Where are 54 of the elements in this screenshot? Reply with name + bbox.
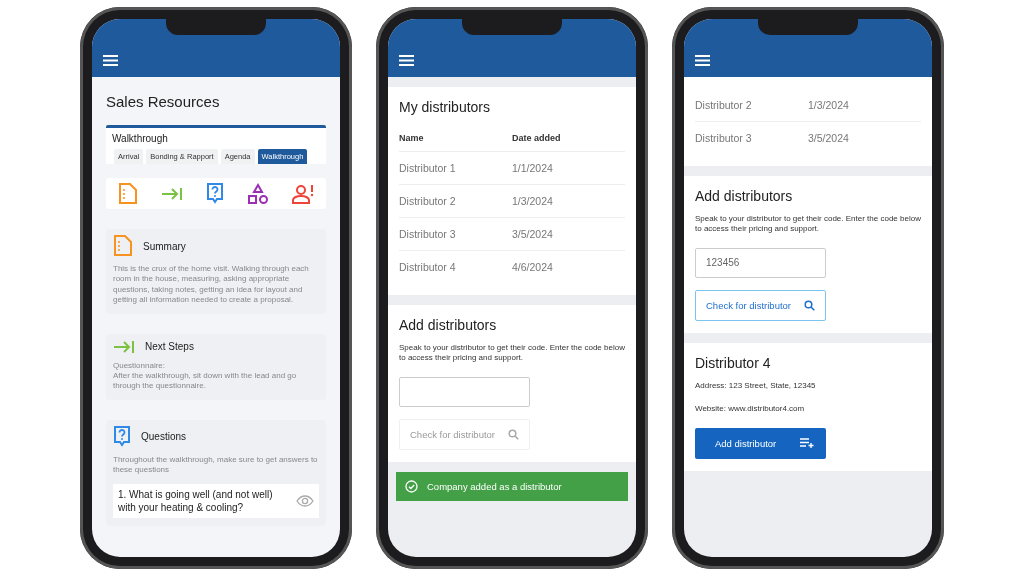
help-icon[interactable] <box>205 182 224 205</box>
card-text: After the walkthrough, sit down with the lead and go through the questionnaire. <box>113 370 298 392</box>
menu-icon[interactable] <box>695 55 710 66</box>
menu-icon[interactable] <box>399 55 414 66</box>
table-cell-text: 4/6/2024 <box>512 261 554 273</box>
instructions-text: Speak to your distributor to get their code. Enter the code below to access their pricing and support. <box>399 343 625 364</box>
card-subtitle: Questionnaire: <box>113 360 167 371</box>
table-cell-text: Distributor 1 <box>399 162 457 174</box>
section-title: Walkthrough <box>112 133 169 144</box>
code-field[interactable] <box>399 376 530 407</box>
card-title: Summary <box>143 240 186 252</box>
table-cell-text: 3/5/2024 <box>512 228 554 240</box>
check-button[interactable]: Check for distributor <box>695 289 826 321</box>
table-cell-text: Distributor 3 <box>399 228 457 240</box>
card-title: Add distributors <box>399 317 498 333</box>
question-text: 1. What is going well (and not well) with your heating & cooling? <box>118 487 274 514</box>
card-title: Distributor 4 <box>695 354 772 371</box>
shapes-icon[interactable] <box>247 182 270 205</box>
document-icon <box>113 235 133 257</box>
question-item[interactable]: 1. What is going well (and not well) with your heating & cooling? <box>113 483 319 518</box>
table-cell-text: 1/1/2024 <box>512 162 554 174</box>
card-text: This is the crux of the home visit. Walking through each room in the house, measuring, asking appropriate questions, taking notes, getting an idea for layout and getting all information needed to create a proposal. <box>113 264 310 306</box>
playlist-add-icon <box>800 438 814 449</box>
document-icon[interactable] <box>117 182 138 205</box>
detail-text: Website: www.distributor4.com <box>695 404 806 415</box>
instructions-text: Speak to your distributor to get their code. Enter the code below to access their pricing and support. <box>695 214 921 235</box>
table-cell-text: Distributor 2 <box>695 99 753 111</box>
person-alert-icon[interactable] <box>292 183 315 204</box>
arrow-to-bar-icon <box>113 339 135 354</box>
arrow-to-bar-icon[interactable] <box>160 186 183 201</box>
help-icon <box>113 425 131 448</box>
card-title: Add distributors <box>695 188 794 204</box>
table-cell-text: Distributor 3 <box>695 132 753 144</box>
table-cell-text: Distributor 2 <box>399 195 457 207</box>
card-title: My distributors <box>399 99 492 115</box>
table-cell-text: 3/5/2024 <box>808 132 850 144</box>
menu-icon[interactable] <box>103 55 118 66</box>
table-cell-text: Distributor 4 <box>399 261 457 273</box>
card-title: Next Steps <box>145 341 194 353</box>
search-icon <box>804 299 815 311</box>
card-title: Questions <box>141 431 187 443</box>
card-text: Throughout the walkthrough, make sure to get answers to these questions <box>113 454 319 476</box>
column-header: Date added <box>512 133 562 143</box>
page-title: Sales Resources <box>106 93 221 110</box>
search-icon <box>508 428 519 440</box>
check-circle-icon <box>405 479 418 493</box>
column-header: Name <box>399 133 425 143</box>
eye-icon[interactable] <box>296 494 314 507</box>
code-field[interactable]: 123456 <box>695 247 826 278</box>
table-cell-text: 1/3/2024 <box>808 99 850 111</box>
toast-message: Company added as a distributor <box>427 480 562 492</box>
detail-text: Address: 123 Street, State, 12345 <box>695 380 817 392</box>
table-cell-text: 1/3/2024 <box>512 195 554 207</box>
add-distributor-button[interactable]: Add distributor <box>695 427 826 459</box>
